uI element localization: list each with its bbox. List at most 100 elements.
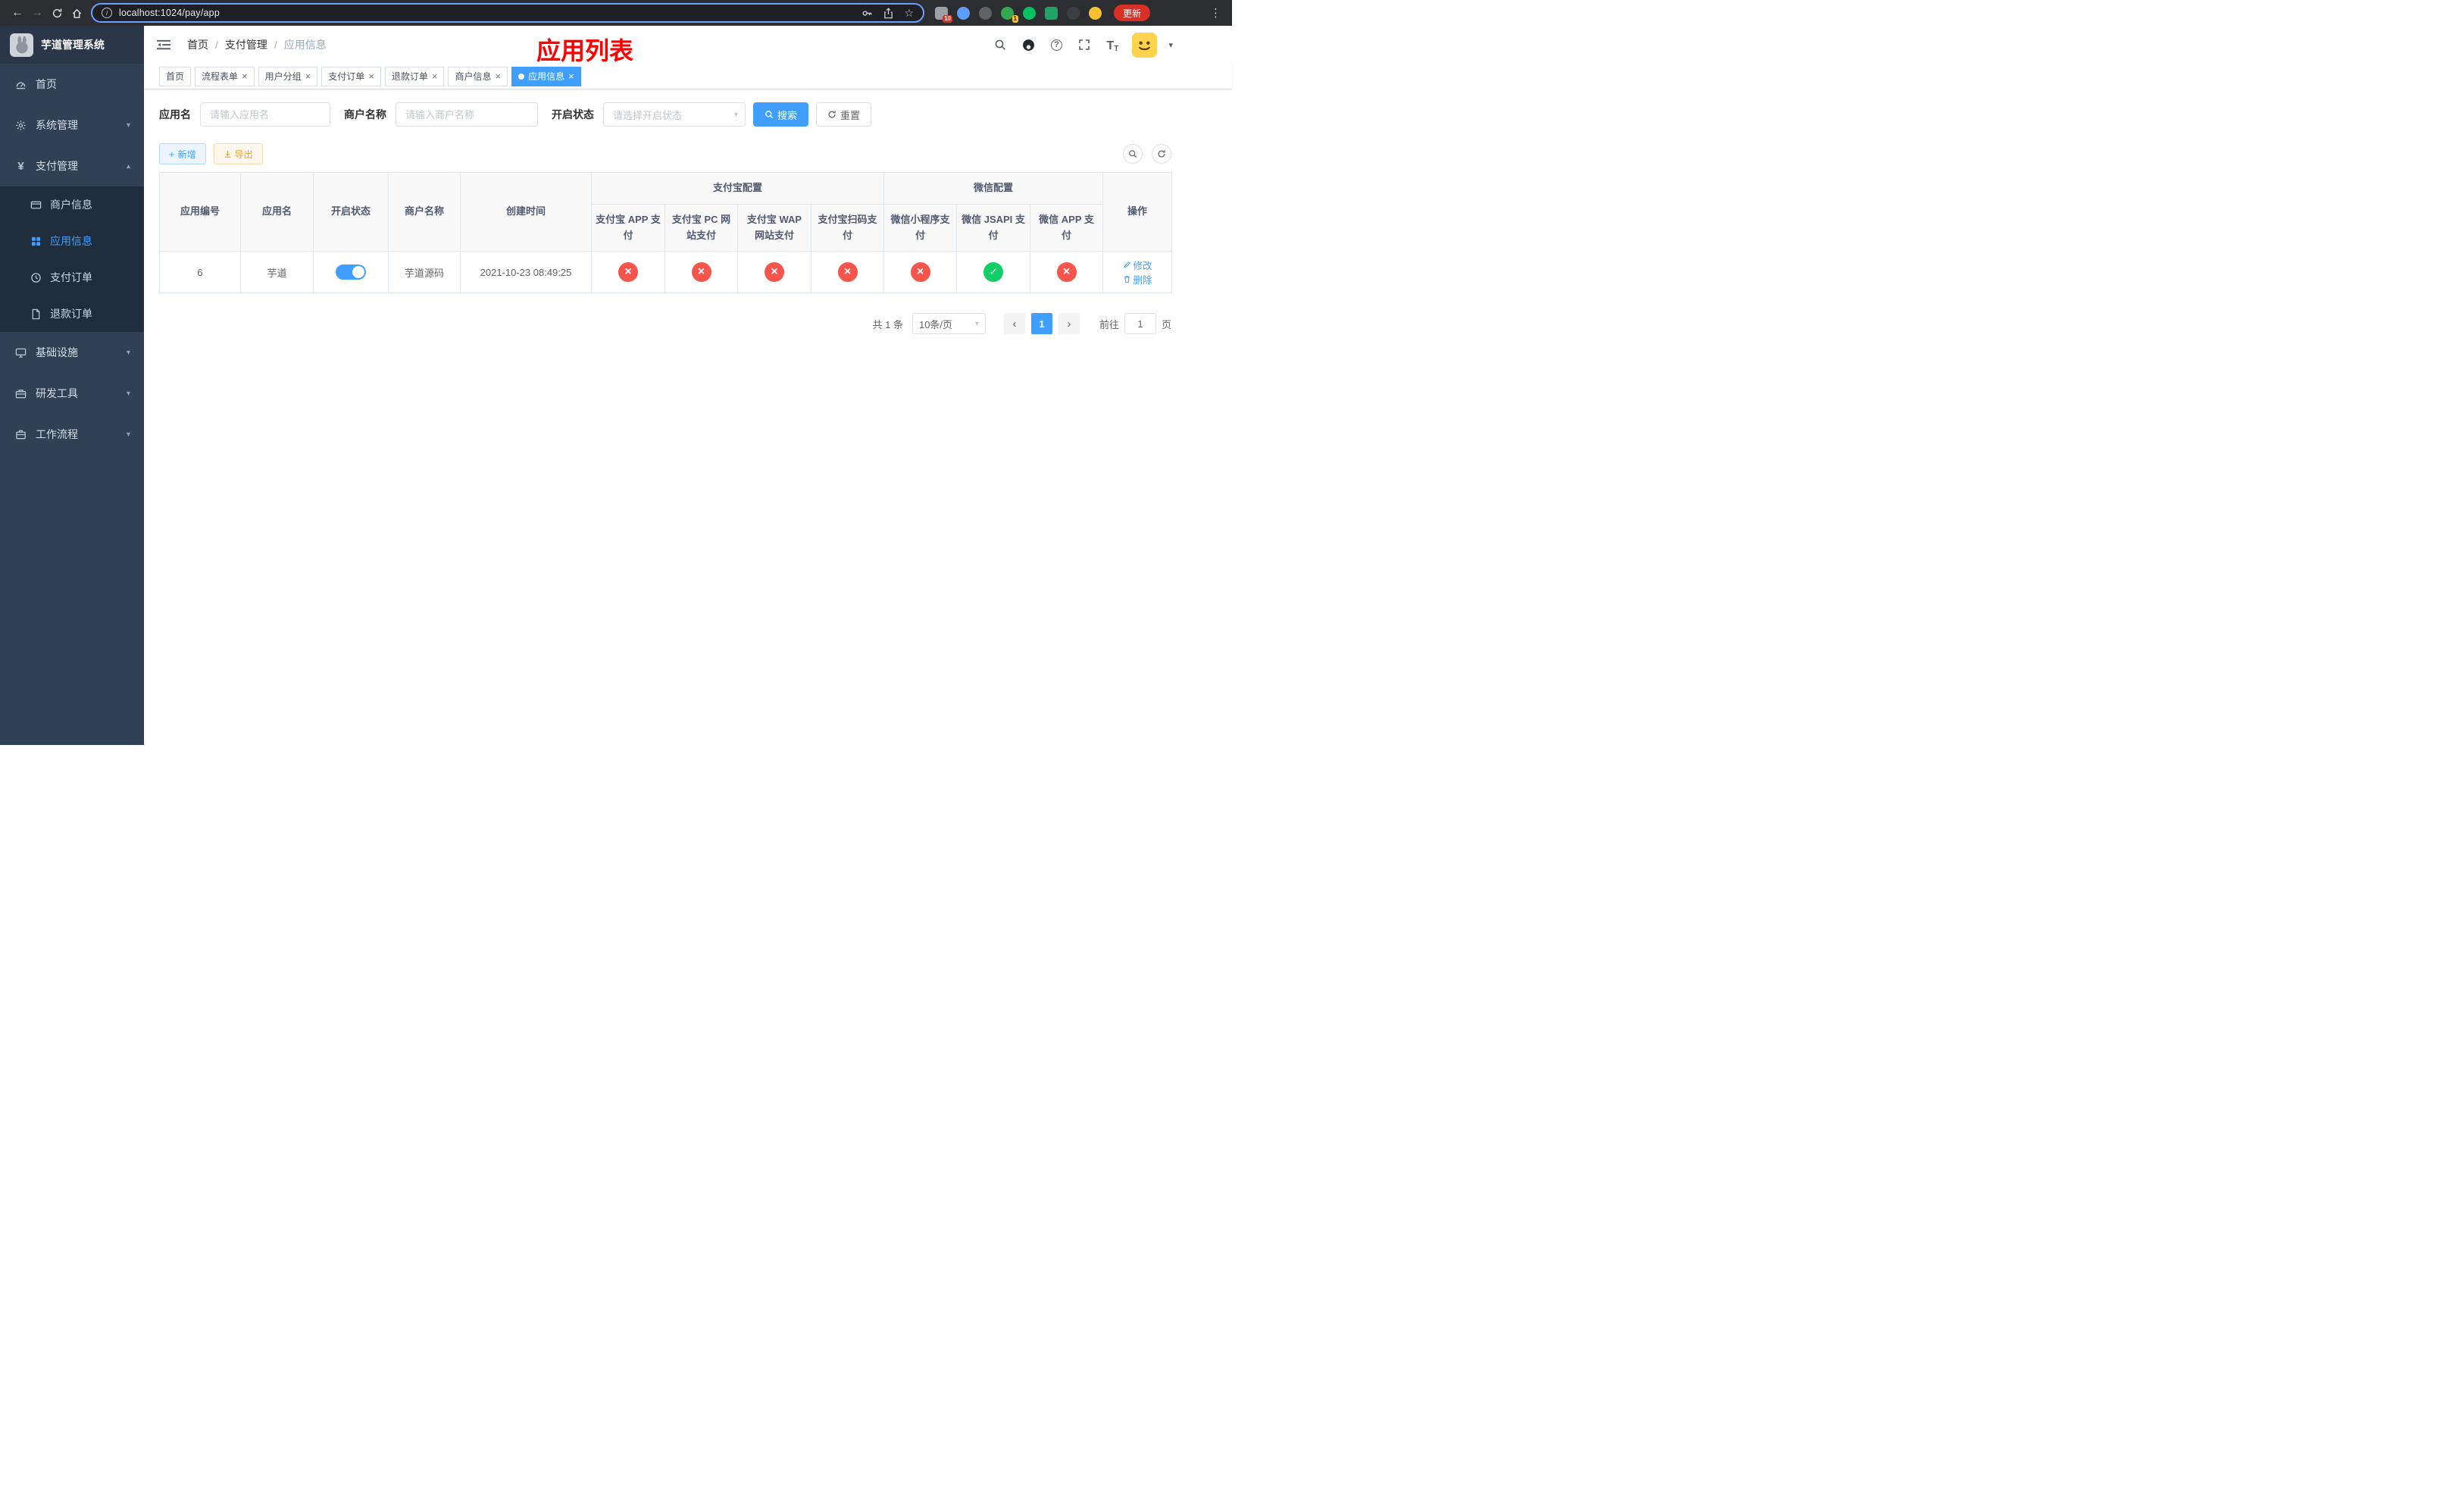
select-caret-down-icon: ▾ [733,110,738,119]
reset-button[interactable]: 重置 [816,102,872,127]
sidebar: 芋道管理系统 首页 系统管理 ▾ ¥ 支付管理 ▾ 商户信息 应用信息 支付订单… [0,26,144,745]
user-avatar[interactable] [1132,32,1158,58]
avatar-caret-down-icon[interactable]: ▾ [1168,40,1173,50]
add-button-label: 新增 [177,149,196,160]
tab-app-info[interactable]: 应用信息 × [511,66,581,86]
delete-link-label: 删除 [1133,275,1152,286]
tab-user-group[interactable]: 用户分组 × [258,66,318,86]
tab-close-icon[interactable]: × [432,71,438,81]
export-button[interactable]: 导出 [213,143,263,164]
refresh-table-button[interactable] [1152,144,1171,164]
jump-page-input[interactable] [1124,313,1156,335]
tab-label: 流程表单 [202,71,239,82]
sidebar-item-system[interactable]: 系统管理 ▾ [0,105,144,146]
status-select[interactable]: 请选择开启状态 ▾ [603,102,746,127]
briefcase-icon [15,429,27,440]
breadcrumb-payment[interactable]: 支付管理 [225,37,267,52]
refresh-icon [52,8,61,17]
tab-home[interactable]: 首页 [159,66,192,86]
tab-close-icon[interactable]: × [495,71,501,81]
sidebar-item-home[interactable]: 首页 [0,64,144,105]
browser-home-button[interactable] [67,3,86,23]
url-bar[interactable]: i localhost:1024/pay/app ☆ [91,3,924,23]
delete-link[interactable]: 删除 [1123,272,1152,286]
tab-process-form[interactable]: 流程表单 × [195,66,255,86]
extension-pin-icon[interactable] [1067,6,1080,20]
alipay-app-status-icon [618,262,638,283]
navbar-actions: ? TT ▾ [992,32,1173,58]
toggle-search-button[interactable] [1123,144,1143,164]
extension-blue-icon[interactable] [957,6,970,20]
sidebar-item-dev-tools[interactable]: 研发工具 ▾ [0,373,144,414]
next-page-button[interactable]: › [1058,313,1080,335]
font-size-icon[interactable]: TT [1104,36,1121,53]
sidebar-item-infrastructure[interactable]: 基础设施 ▾ [0,332,144,373]
breadcrumb-home[interactable]: 首页 [187,37,208,52]
search-button-label: 搜索 [777,109,798,121]
extension-green-square-icon[interactable] [1045,6,1058,20]
tab-close-icon[interactable]: × [242,71,248,81]
table-row: 6 芋道 芋道源码 2021-10-23 08:49:25 × × × × × … [159,251,1173,294]
share-icon[interactable] [883,7,894,19]
bookmark-star-icon[interactable]: ☆ [904,7,914,20]
page: ← → i localhost:1024/pay/app ☆ 10 1 更新 ⋮… [0,0,1232,745]
sidebar-item-refund-order[interactable]: 退款订单 [0,296,144,332]
site-info-icon[interactable]: i [102,8,112,18]
sidebar-item-app-info[interactable]: 应用信息 [0,223,144,259]
sidebar-item-merchant-info[interactable]: 商户信息 [0,186,144,223]
page-size-select[interactable]: 10条/页 ▾ [911,313,986,335]
header-search-icon[interactable] [992,36,1008,53]
enabled-toggle[interactable] [336,265,366,280]
sidebar-item-label: 应用信息 [50,235,92,247]
github-icon[interactable] [1020,36,1037,53]
tab-close-icon[interactable]: × [568,71,574,81]
sidebar-item-pay-order[interactable]: 支付订单 [0,259,144,296]
browser-refresh-button[interactable] [47,3,67,23]
tab-close-icon[interactable]: × [368,71,374,81]
password-key-icon[interactable] [861,8,873,19]
extension-badge: 1 [1012,14,1018,23]
status-select-placeholder: 请选择开启状态 [613,109,683,121]
edit-link[interactable]: 修改 [1123,258,1152,272]
extension-puzzle-icon[interactable]: 10 [935,6,952,23]
extension-green-circle-icon[interactable] [1023,6,1036,20]
search-button[interactable]: 搜索 [753,102,809,127]
tab-merchant-info[interactable]: 商户信息 × [448,66,508,86]
sidebar-item-label: 商户信息 [50,199,92,211]
tab-close-icon[interactable]: × [305,71,311,81]
payment-submenu: 商户信息 应用信息 支付订单 退款订单 [0,186,144,332]
tab-label: 应用信息 [528,71,565,82]
add-button[interactable]: + 新增 [159,143,206,164]
chevron-up-icon: ▾ [126,161,130,171]
page-size-value: 10条/页 [918,318,953,330]
col-header-alipay-app: 支付宝 APP 支付 [591,203,665,252]
sidebar-item-workflow[interactable]: 工作流程 ▾ [0,414,144,455]
sidebar-item-payment[interactable]: ¥ 支付管理 ▾ [0,146,144,186]
cell-app-name: 芋道 [240,251,314,294]
browser-forward-button[interactable]: → [27,3,47,23]
extension-profile-icon[interactable]: 1 [1001,6,1018,23]
hamburger-collapse-icon[interactable] [155,36,172,53]
tab-label: 用户分组 [264,71,302,82]
extension-dark-icon[interactable] [979,6,992,20]
sidebar-item-label: 首页 [36,78,57,90]
cell-status [313,251,389,294]
cell-create-time: 2021-10-23 08:49:25 [460,251,592,294]
browser-menu-icon[interactable]: ⋮ [1207,6,1224,20]
tab-refund-order[interactable]: 退款订单 × [384,66,445,86]
col-header-alipay-pc: 支付宝 PC 网站支付 [664,203,738,252]
extension-emoji-icon[interactable] [1089,6,1102,20]
browser-back-button[interactable]: ← [8,3,27,23]
fullscreen-icon[interactable] [1076,36,1093,53]
refresh-icon [1158,150,1165,158]
prev-page-button[interactable]: ‹ [1003,313,1025,335]
col-header-merchant: 商户名称 [388,171,461,252]
merchant-name-input[interactable] [396,102,538,127]
help-icon[interactable]: ? [1048,36,1065,53]
app-name-input[interactable] [200,102,330,127]
pagination: 共 1 条 10条/页 ▾ ‹ 1 › 前往 页 [159,313,1171,335]
group-header-wechat: 微信配置 [883,172,1104,205]
page-number-1[interactable]: 1 [1030,313,1052,335]
tab-pay-order[interactable]: 支付订单 × [321,66,381,86]
chrome-update-button[interactable]: 更新 [1114,5,1151,21]
